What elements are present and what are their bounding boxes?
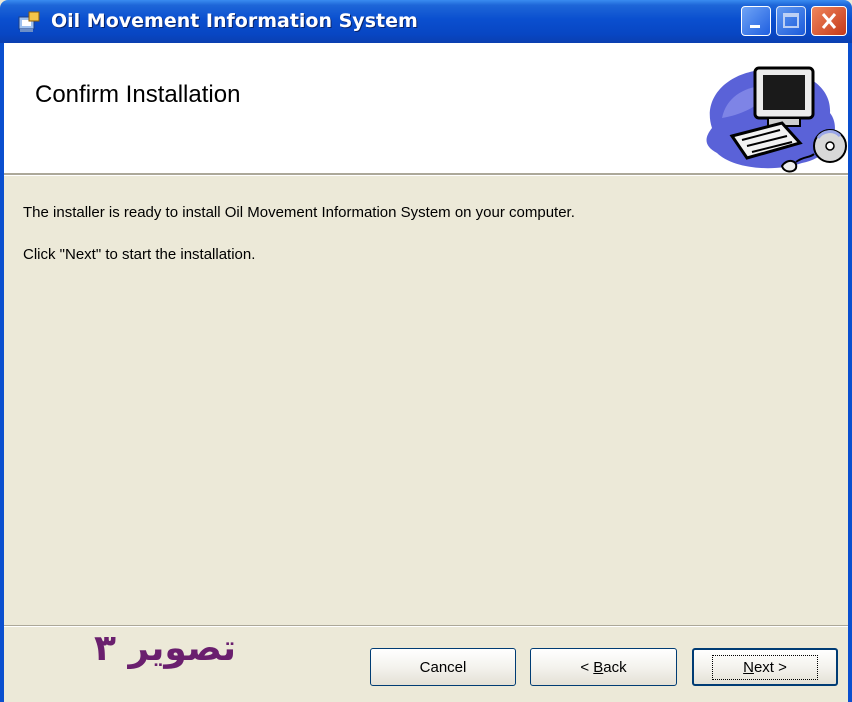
cancel-button[interactable]: Cancel xyxy=(370,648,516,686)
page-title: Confirm Installation xyxy=(35,81,241,108)
window-frame-right xyxy=(848,43,852,702)
maximize-icon xyxy=(783,13,799,28)
close-button[interactable] xyxy=(811,6,847,36)
computer-with-cd-icon xyxy=(706,66,847,173)
ready-message: The installer is ready to install Oil Mo… xyxy=(23,204,575,221)
back-label: < Back xyxy=(580,658,627,676)
next-button[interactable]: Next > xyxy=(692,648,838,686)
back-button[interactable]: < Back xyxy=(530,648,677,686)
minimize-button[interactable] xyxy=(741,6,771,36)
title-bar[interactable]: Oil Movement Information System xyxy=(0,0,852,43)
minimize-icon xyxy=(750,25,760,28)
next-label: Next > xyxy=(712,654,818,680)
installer-icon xyxy=(18,11,40,32)
close-icon xyxy=(821,13,837,29)
header-divider xyxy=(4,173,848,176)
cancel-label: Cancel xyxy=(419,658,467,676)
footer-divider xyxy=(4,625,848,627)
window-title: Oil Movement Information System xyxy=(51,10,418,32)
figure-caption-watermark: تصویر ۳ xyxy=(94,628,236,669)
instruction-message: Click "Next" to start the installation. xyxy=(23,246,256,263)
maximize-button[interactable] xyxy=(776,6,806,36)
wizard-header: Confirm Installation xyxy=(4,43,848,173)
